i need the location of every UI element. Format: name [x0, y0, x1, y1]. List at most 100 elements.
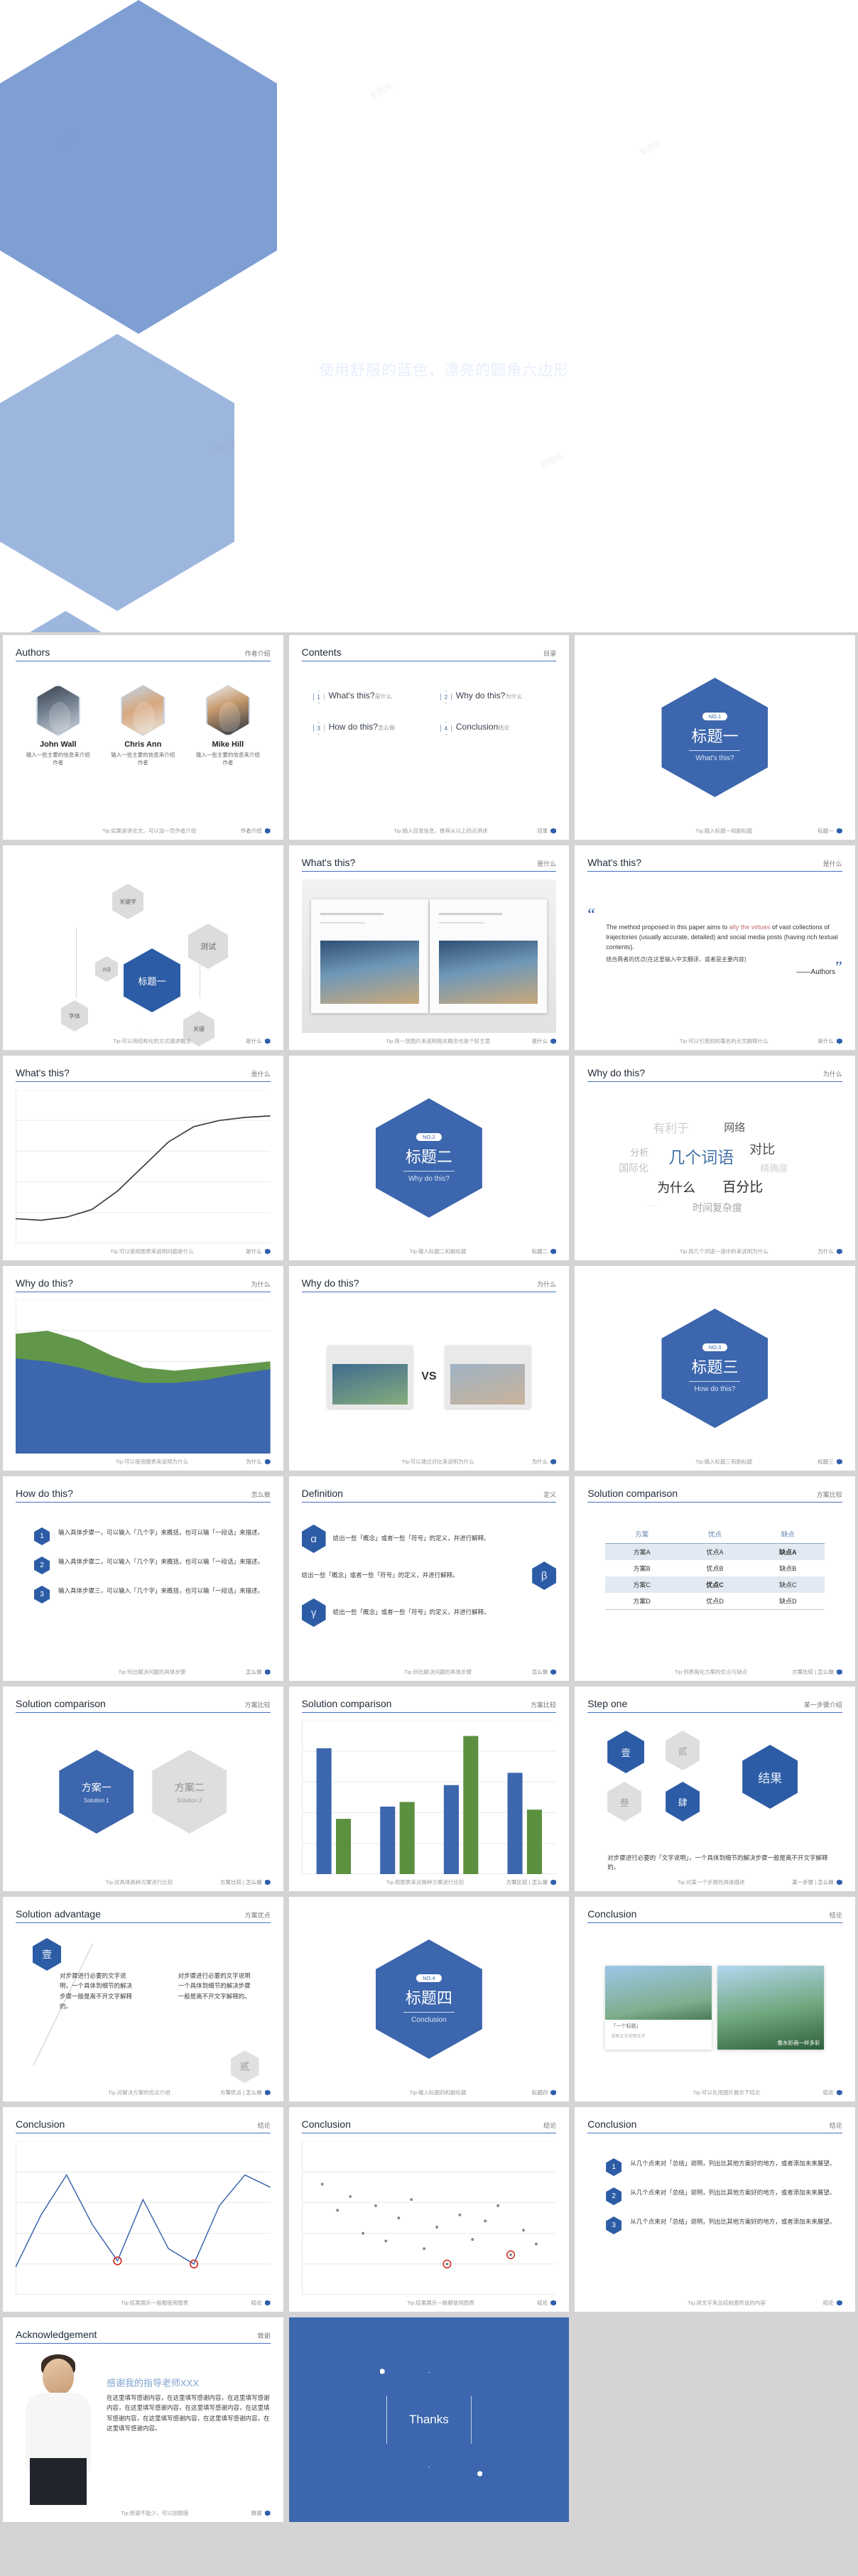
footer-tip: Tip:如果是讲论文，可以加一页作者介绍 [102, 828, 197, 834]
cloud-word: 网络 [724, 1122, 746, 1134]
slide-conclusion-list[interactable]: Conclusion 结论 1 从几个点来对「总结」说明，列出比其他方案好的地方，… [575, 2107, 855, 2312]
slide-solution-bars[interactable]: Solution comparison 方案比较 Tip:用图表来对两种方案进行… [288, 1687, 570, 1891]
footer-label: 标题三 [818, 1459, 834, 1465]
slide-header: What's this? 是什么 [16, 1067, 271, 1082]
slide-why-wordcloud[interactable]: Why do this? 为什么 有利于 网络 分析 几个词语 对比 国际化 精… [575, 1056, 855, 1260]
slide-header: Why do this? 为什么 [587, 1067, 842, 1082]
slide-section-two[interactable]: NO.2 标题二 Why do this? Tip:输入标题二和副标题 标题二 [288, 1056, 570, 1260]
cover-title-line2: 商业汇报模版 [342, 297, 546, 335]
hexagon-bullet-icon [550, 1669, 557, 1675]
slide-conclusion-scatter[interactable]: Conclusion 结论 Tip:结果展示一般都使用图表 结论 [288, 2107, 570, 2312]
watermark: 新图网 [539, 451, 565, 470]
acknowledgement-text: 感谢我的指导老师XXX 在这里填写感谢内容，在这里填写感谢内容，在这里填写感谢内… [107, 2352, 271, 2434]
cloud-word: 为什么 [657, 1181, 696, 1195]
cell: 方案B [633, 1565, 651, 1572]
scheme-title: 方案一 [81, 1781, 112, 1793]
slide-header: What's this? 是什么 [301, 857, 557, 872]
contents-item[interactable]: 3 How do this?怎么做 [302, 722, 429, 735]
step-text: 输入具体步骤三，可以输入「几个字」来概括，也可以输「一段话」来描述。 [58, 1587, 264, 1594]
slide-footer: Tip:致谢不能少，可以加图哦 致谢 [16, 2509, 271, 2517]
slide-why-vs[interactable]: Why do this? 为什么 VS Tip:可以通过对比来说明为什么 为什么 [288, 1266, 570, 1471]
slide-title-en: How do this? [16, 1488, 73, 1499]
slide-solution-hexes[interactable]: Solution comparison 方案比较 方案一 Solution 1 方… [3, 1687, 283, 1891]
slide-conclusion-image[interactable]: Conclusion 结论 「一个标题」 说明文字说明文字 像水彩画一样多彩 Ti… [575, 1897, 855, 2101]
slide-thanks[interactable]: Thanks [288, 2317, 570, 2522]
hexagon-bullet-icon [550, 828, 557, 834]
slide-mindmap[interactable]: 关键字 测试 词语 字体 关键 标题一 Tip:可以用结构化的方式描述概念 是什… [3, 845, 283, 1050]
slide-solution-table[interactable]: Solution comparison 方案比较 方案 优点 缺点 方案A 优点A… [575, 1476, 855, 1681]
contents-item[interactable]: 1 What's this?是什么 [302, 691, 429, 703]
step-text: 输入具体步骤一，可以输入「几个字」来概括，也可以输「一段话」来描述。 [58, 1529, 264, 1536]
slide-solution-advantage[interactable]: Solution advantage 方案优点 壹 对步骤进行必要的文字说明，一… [3, 1897, 283, 2101]
slide-footer: Tip:可以使用图表来说明为什么 为什么 [16, 1458, 271, 1466]
cloud-word: 对比 [749, 1142, 776, 1157]
slide-conclusion-line[interactable]: Conclusion 结论 Tip:结果展示一般都使用图表 结论 [3, 2107, 283, 2312]
step-text: 从几个点来对「总结」说明，列出比其他方案好的地方，或者添加未来展望。 [630, 2218, 836, 2225]
slide-header: Authors 作者介绍 [16, 646, 271, 661]
footer-tip: Tip:用文字来总结前面所说的内容 [688, 2300, 766, 2306]
contents-item[interactable]: 4 Conclusion结论 [429, 722, 556, 735]
author-card: Chris Ann 输入一些主要的信息来介绍作者 [110, 685, 175, 767]
watermark: 新图网 [639, 139, 664, 158]
footer-label: 方案比较 | 怎么做 [792, 1669, 834, 1675]
definition-text: 给出一些「概念」或者一些「符号」的定义，并进行解释。 [332, 1608, 490, 1616]
step-number: 2 [34, 1557, 50, 1574]
slide-body: John Wall 输入一些主要的信息来介绍作者 Chris Ann 输入一些主… [16, 669, 271, 823]
slide-section-three[interactable]: NO.3 标题三 How do this? Tip:输入标题三和副标题 标题三 [575, 1266, 855, 1471]
cloud-word: ······ [646, 1202, 659, 1209]
slide-header: Step one 某一步骤介绍 [587, 1698, 842, 1713]
comparison-table: 方案 优点 缺点 方案A 优点A 缺点A 方案B 优点B 缺点B 方案C 优点C 缺点C 方… [605, 1526, 825, 1610]
column-header: 缺点 [781, 1531, 795, 1539]
slide-how-steps[interactable]: How do this? 怎么做 1 输入具体步骤一，可以输入「几个字」来概括，也… [3, 1476, 283, 1681]
area-chart [15, 1299, 271, 1454]
quote-translation: 结合两者的优点(在这里输入中文翻译，或者是主要内容) [606, 956, 746, 963]
slide-header: Conclusion 结论 [587, 2118, 842, 2133]
section-subtitle: Conclusion [411, 2016, 447, 2024]
slide-body: 壹 贰 叁 肆 结果 对步骤进行必要的「文字说明」，一个具体到细节的解决步骤一般… [587, 1721, 842, 1874]
vs-label: VS [421, 1370, 437, 1382]
slide-step-one[interactable]: Step one 某一步骤介绍 壹 贰 叁 肆 结果 对步骤进行必要的「文字说明… [575, 1687, 855, 1891]
footer-tip: Tip:结果展示一般都使用图表 [121, 2300, 189, 2306]
slide-whats-this-chart[interactable]: What's this? 是什么 Tip:可以使用图表来说明问题是什么 是什么 [3, 1056, 283, 1260]
slide-section-one[interactable]: NO.1 标题一 What's this? Tip:输入标题一和副标题 标题一 [575, 635, 855, 840]
section-title: 标题二 [405, 1148, 452, 1166]
slide-title-cn: 方案比较 [244, 1701, 271, 1709]
conclusion-cards: 「一个标题」 说明文字说明文字 像水彩画一样多彩 [587, 1931, 842, 2084]
slide-body [15, 1299, 271, 1454]
slide-why-area-chart[interactable]: Why do this? 为什么 Tip:可以使用图表来说明为什么 为什么 [3, 1266, 283, 1471]
slide-title-en: Contents [301, 646, 342, 658]
slide-definition[interactable]: Definition 定义 α 给出一些「概念」或者一些「符号」的定义，并进行解释… [288, 1476, 570, 1681]
table-row: 方案A 优点A 缺点A [605, 1543, 825, 1560]
person-photo [16, 2352, 99, 2505]
slide-contents[interactable]: Contents 目录 1 What's this?是什么 2 Why do t… [288, 635, 570, 840]
slide-title-cn: 致谢 [257, 2332, 271, 2339]
slide-section-four[interactable]: NO.4 标题四 Conclusion Tip:输入标题四和副标题 标题四 [288, 1897, 570, 2101]
divider [689, 750, 741, 751]
slide-body [301, 1720, 557, 1875]
conclusion-card-left: 「一个标题」 说明文字说明文字 [605, 1966, 712, 2050]
footer-tip: Tip:用几个词语一语中的来说明为什么 [679, 1248, 769, 1255]
slide-whats-this-quote[interactable]: What's this? 是什么 “ The method proposed i… [575, 845, 855, 1050]
greek-gamma-icon: γ [301, 1598, 326, 1627]
acknowledgement-heading: 感谢我的指导老师XXX [107, 2378, 200, 2388]
hexagon-bullet-icon [264, 1669, 271, 1675]
footer-label: 怎么做 [531, 1669, 548, 1675]
footer-label: 标题一 [818, 828, 834, 834]
footer-label: 结论 [822, 2089, 834, 2096]
section-title: 标题四 [405, 1989, 452, 2007]
slide-acknowledgement[interactable]: Acknowledgement 致谢 感谢我的指导老师XXX 在这里填写感谢内容… [3, 2317, 283, 2522]
slide-body [301, 880, 557, 1033]
slide-title-cn: 结论 [829, 1912, 842, 1919]
slide-whats-this-book[interactable]: What's this? 是什么 Tip:用一张图片来说明相关概念也是个好主意 … [288, 845, 570, 1050]
slide-authors[interactable]: Authors 作者介绍 John Wall 输入一些主要的信息来介绍作者 Ch… [3, 635, 283, 840]
hexagon-bullet-icon [836, 828, 842, 834]
slide-footer: Tip:输入标题四和副标题 标题四 [302, 2089, 557, 2096]
advantage-hex-2: 贰 [230, 2050, 259, 2083]
footer-label: 怎么做 [246, 1669, 262, 1675]
acknowledgement-paragraph: 在这里填写感谢内容，在这里填写感谢内容，在这里填写感谢内容，在这里填写感谢内容，… [107, 2394, 270, 2432]
quote-open-icon: “ [587, 906, 595, 924]
contents-item[interactable]: 2 Why do this?为什么 [429, 691, 556, 703]
slide-header: How do this? 怎么做 [16, 1488, 271, 1503]
slide-footer: Tip:输入目录信息，推荐从以上四点讲述 目录 [302, 827, 557, 835]
avatar [36, 685, 80, 736]
